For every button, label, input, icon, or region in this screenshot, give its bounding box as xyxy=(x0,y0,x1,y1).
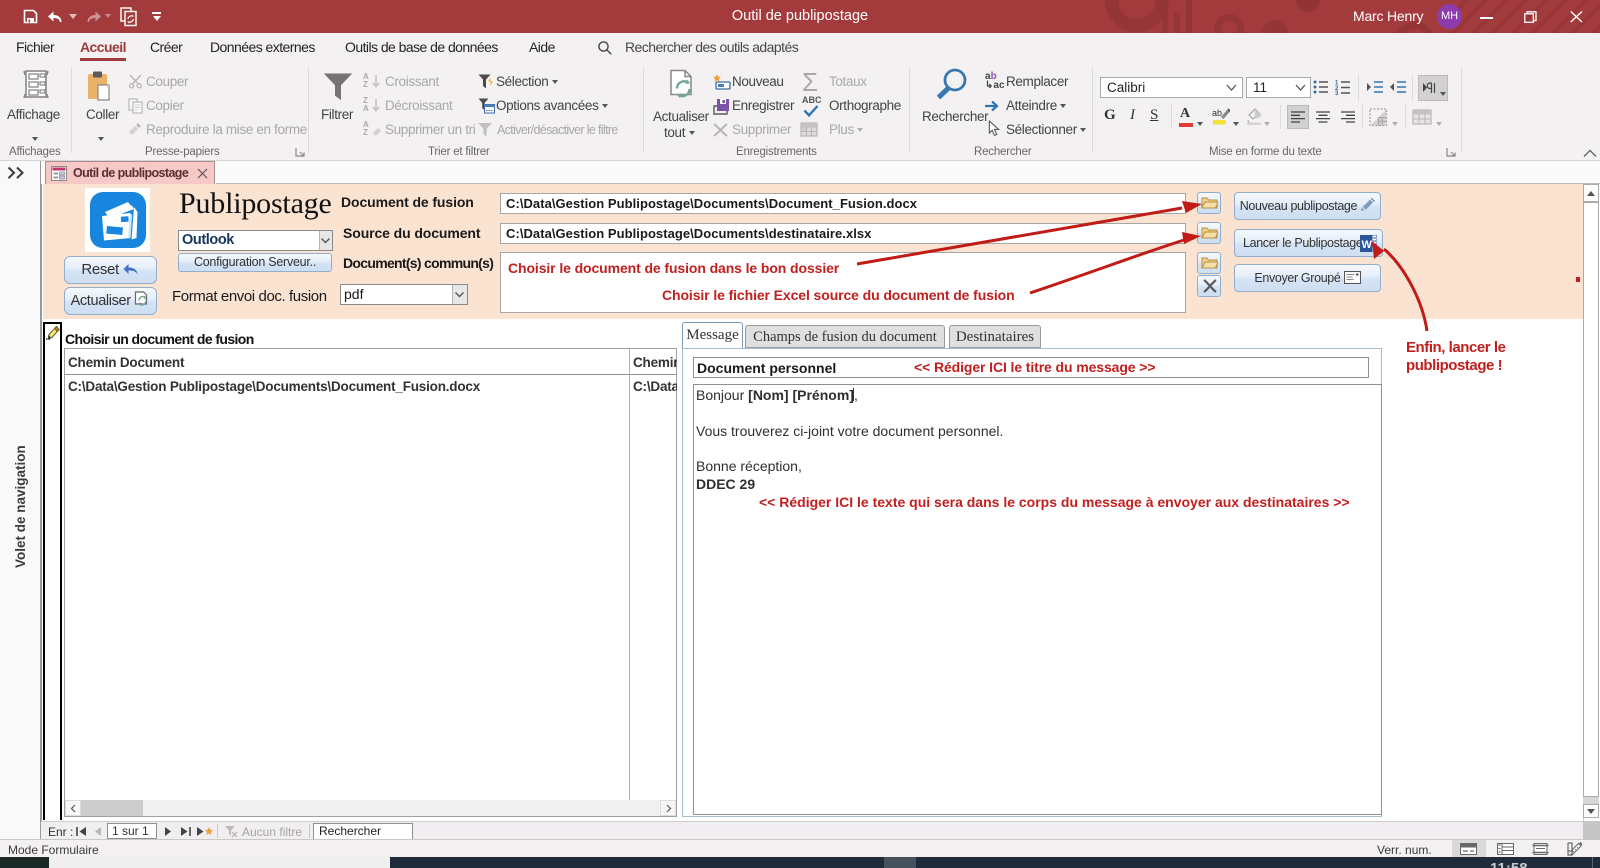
svg-text:W: W xyxy=(1362,239,1373,251)
svg-text:3: 3 xyxy=(1335,91,1339,95)
svg-text:ab: ab xyxy=(1212,108,1222,118)
